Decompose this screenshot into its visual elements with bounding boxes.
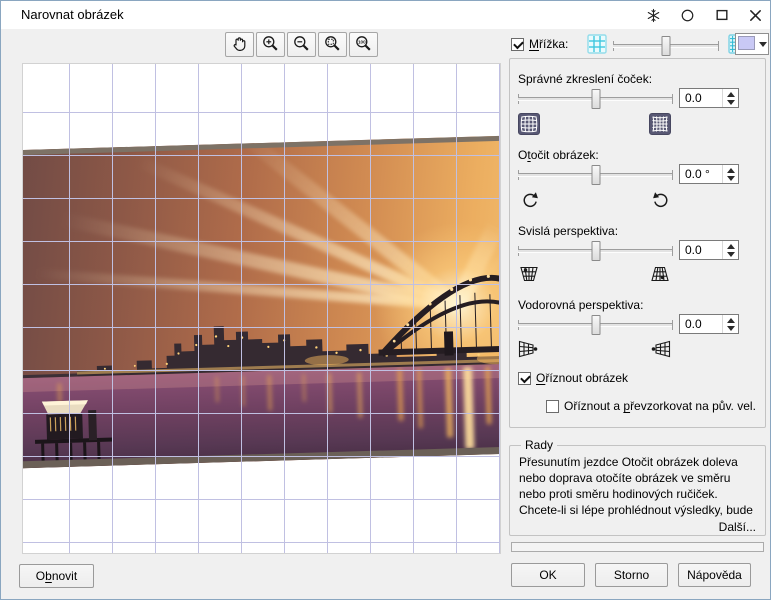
ok-button[interactable]: OK [511,563,585,587]
lens-distortion-slider-thumb[interactable] [591,89,600,109]
grid-color-dropdown[interactable] [735,33,769,55]
lens-distortion-value[interactable]: 0.0 [680,89,722,107]
rotate-right-icon [650,190,672,215]
zoom-in-icon [261,34,280,56]
zoom-100-icon: 100 [354,34,373,56]
grid-checkbox[interactable] [511,38,524,51]
cancel-button[interactable]: Storno [595,563,668,587]
grid-spacing-slider-thumb[interactable] [661,36,671,56]
coarse-grid-icon [587,34,607,57]
rotate-image-slider[interactable] [518,165,673,185]
progress-bar [511,542,764,552]
tips-text: Přesunutím jezdce Otočit obrázek doleva … [519,455,753,517]
pincushion-distortion-icon [649,113,671,138]
help-button[interactable]: Nápověda [678,563,751,587]
city-bridge-scene [23,274,500,466]
tips-more-link[interactable]: Další... [519,520,756,534]
pan-tool-icon [230,34,249,56]
lens-distortion-spin-buttons[interactable] [722,89,738,107]
straighten-image-dialog: Narovnat obrázek 100 Mřížka: Správné zkr… [0,0,771,600]
zoom-toolbar: 100 [225,32,378,57]
zoom-out-button[interactable] [287,32,316,57]
tips-groupbox: Rady Přesunutím jezdce Otočit obrázek do… [509,438,766,536]
close-icon[interactable] [747,7,764,24]
rotate-image-spin-buttons[interactable] [722,165,738,183]
horizontal-perspective-spinbox[interactable]: 0.0 [679,314,739,334]
horizontal-perspective-slider[interactable] [518,315,673,335]
zoom-out-icon [292,34,311,56]
vertical-perspective-label: Svislá perspektiva: [518,224,619,238]
vertical-perspective-slider[interactable] [518,241,673,261]
reset-button[interactable]: Ob novit [19,564,94,588]
dialog-title: Narovnat obrázek [21,7,124,22]
vertical-perspective-top-icon [518,263,540,288]
crop-image-checkbox[interactable] [518,372,531,385]
zoom-100-button[interactable]: 100 [349,32,378,57]
horizontal-perspective-right-icon [647,339,673,362]
titlebar: Narovnat obrázek [1,1,770,29]
lens-distortion-slider[interactable] [518,89,673,109]
crop-image-checkbox-label[interactable]: Oříznout obrázek [536,371,628,385]
rotate-image-value[interactable]: 0.0 ° [680,165,722,183]
crop-resample-checkbox[interactable] [546,400,559,413]
lens-distortion-spinbox[interactable]: 0.0 [679,88,739,108]
preview-canvas[interactable] [22,63,501,554]
vertical-perspective-slider-thumb[interactable] [591,241,600,261]
horizontal-perspective-spin-buttons[interactable] [722,315,738,333]
rotate-image-slider-thumb[interactable] [591,165,600,185]
vertical-perspective-spin-buttons[interactable] [722,241,738,259]
zoom-to-fit-button[interactable] [318,32,347,57]
horizontal-perspective-label: Vodorovná perspektiva: [518,298,644,312]
tips-legend: Rady [525,438,554,452]
rotate-image-label: Otočit obrázek: [518,148,599,162]
vertical-perspective-value[interactable]: 0.0 [680,241,722,259]
grid-color-swatch [738,36,755,50]
circle-icon[interactable] [679,7,696,24]
zoom-to-fit-icon [323,34,342,56]
preview-photo [23,135,500,469]
rotate-left-icon [519,190,541,215]
svg-text:100: 100 [358,39,366,44]
chevron-down-icon[interactable] [757,34,768,54]
vertical-perspective-spinbox[interactable]: 0.0 [679,240,739,260]
lens-distortion-label: Správné zkreslení čoček: [518,72,653,86]
horizontal-perspective-value[interactable]: 0.0 [680,315,722,333]
rotate-image-spinbox[interactable]: 0.0 ° [679,164,739,184]
zoom-in-button[interactable] [256,32,285,57]
grid-checkbox-label[interactable]: Mřížka: [529,37,568,51]
grid-spacing-slider[interactable] [613,36,719,56]
vertical-perspective-bottom-icon [649,263,671,288]
barrel-distortion-icon [518,113,540,138]
horizontal-perspective-slider-thumb[interactable] [591,315,600,335]
crop-resample-checkbox-label[interactable]: Oříznout a převzorkovat na pův. vel. [564,399,756,413]
horizontal-perspective-left-icon [516,339,542,362]
maximize-icon[interactable] [713,7,730,24]
pan-tool-button[interactable] [225,32,254,57]
snowflake-icon[interactable] [645,7,662,24]
